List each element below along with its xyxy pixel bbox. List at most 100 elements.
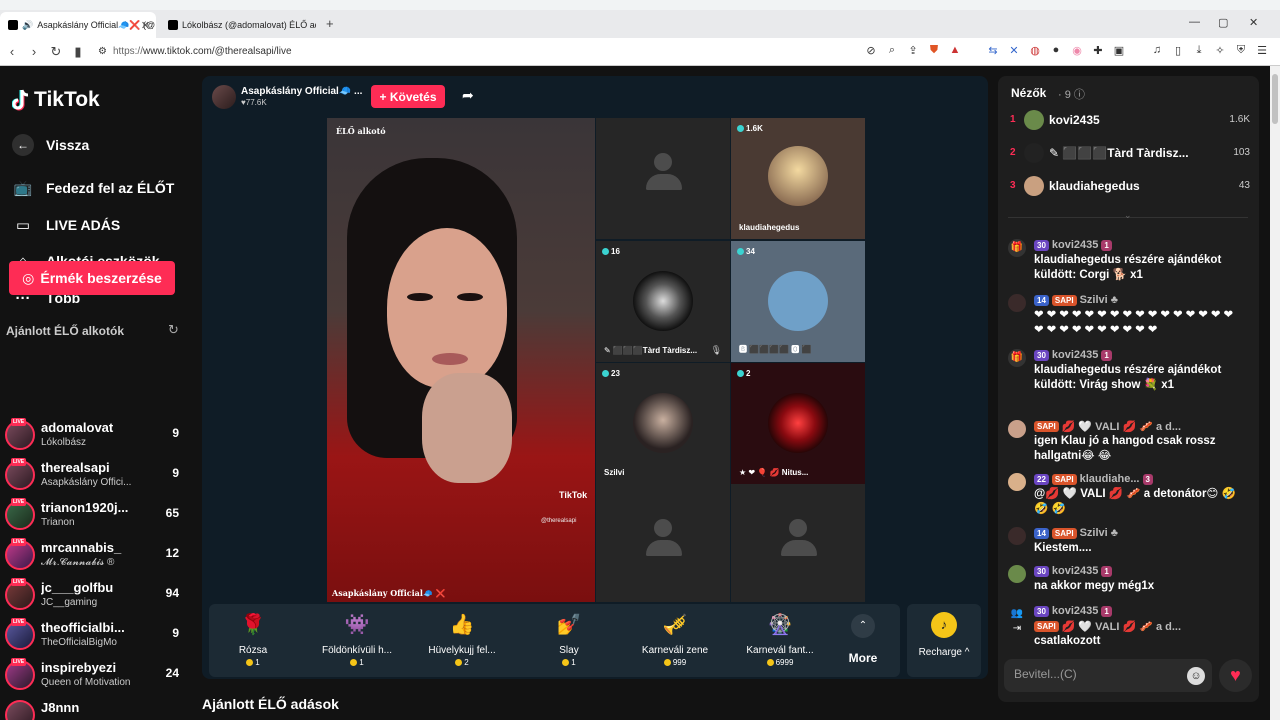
streamer-hand — [422, 373, 512, 483]
host-avatar[interactable] — [212, 85, 236, 109]
page-scrollbar[interactable] — [1270, 66, 1280, 720]
leo-ai-icon[interactable]: ✧ — [1214, 44, 1226, 57]
gift-item[interactable]: 🎺 Karneváli zene 999 — [625, 610, 725, 667]
creator-nickname: 𝓜𝓻.𝓒𝓪𝓷𝓷𝓪𝓫𝓲𝓼 ® — [41, 557, 115, 568]
creator-item[interactable]: LIVE inspirebyezi Queen of Motivation 24 — [5, 658, 185, 694]
live-badge: LIVE — [11, 618, 27, 626]
viewer-row[interactable]: 1 kovi2435 1.6K — [1010, 110, 1250, 132]
message-header: 30 kovi2435 1 — [1034, 349, 1112, 361]
creator-item[interactable]: LIVE therealsapi Asapkáslány Offici... 9 — [5, 458, 185, 494]
recharge-button[interactable]: ♪ Recharge ^ — [907, 604, 981, 677]
creator-item[interactable]: LIVE jc___golfbu JC__gaming 94 — [5, 578, 185, 614]
back-arrow-icon: ← — [12, 134, 34, 156]
reload-icon[interactable]: ↻ — [46, 44, 66, 60]
download-icon[interactable]: ⤓ — [1193, 44, 1205, 57]
zoom-icon[interactable]: ⌕ — [886, 44, 898, 57]
extension-puzzle-icon[interactable]: ✚ — [1092, 44, 1104, 57]
creator-item[interactable]: LIVE mrcannabis_ 𝓜𝓻.𝓒𝓪𝓷𝓷𝓪𝓫𝓲𝓼 ® 12 — [5, 538, 185, 574]
gift-item[interactable]: 👍 Hüvelykujj fel... 2 — [412, 610, 512, 667]
emoji-icon[interactable]: ☺ — [1187, 667, 1205, 685]
browser-tab[interactable]: Lókolbász (@adomalovat) ÉLŐ adásk — [160, 12, 316, 38]
gift-item[interactable]: 💅 Slay 1 — [519, 610, 619, 667]
share-icon[interactable]: ➦ — [462, 87, 474, 104]
tiktok-favicon-icon — [8, 20, 18, 30]
logo-text: TikTok — [34, 88, 100, 111]
brave-shield-icon[interactable]: ⛊ — [928, 44, 940, 57]
guest-tile[interactable]: 23 Szilvi — [596, 363, 730, 484]
nav-explore-live[interactable]: 📺 Fedezd fel az ÉLŐT — [12, 178, 175, 198]
gift-price: 999 — [625, 658, 725, 667]
get-coins-button[interactable]: ◎ Érmék beszerzése — [9, 261, 175, 295]
media-icon[interactable]: ♫ — [1151, 44, 1163, 57]
back-label: Vissza — [46, 137, 90, 153]
extension-lens-icon[interactable]: ◍ — [1029, 44, 1041, 57]
creator-item[interactable]: LIVE trianon1920j... Trianon 65 — [5, 498, 185, 534]
extension-circle-icon[interactable]: ● — [1050, 44, 1062, 57]
tab-strip: 🔊 Asapkáslány Official🧢❌ (@ ✕ Lókolbász … — [0, 10, 1280, 38]
main-video[interactable]: ÉLŐ alkotó TikTok @therealsapi Asapkáslá… — [327, 118, 595, 602]
back-arrow-icon[interactable]: ‹ — [2, 44, 22, 59]
scrollbar-thumb[interactable] — [1272, 74, 1278, 124]
url-field[interactable]: ⚙ https://www.tiktok.com/@therealsapi/li… — [98, 46, 292, 57]
forward-arrow-icon[interactable]: › — [24, 44, 44, 59]
site-info-icon[interactable]: ⚙ — [98, 46, 107, 57]
guest-tile-empty[interactable] — [731, 484, 865, 602]
guest-tile-empty[interactable] — [596, 118, 730, 239]
follow-button[interactable]: + Követés — [371, 85, 445, 108]
back-link[interactable]: ← Vissza — [12, 134, 89, 156]
help-icon: ⓘ — [1073, 89, 1085, 101]
chat-input[interactable] — [1014, 667, 1184, 681]
host-name[interactable]: Asapkáslány Official🧢 ... — [241, 86, 362, 97]
maximize-button[interactable]: ▢ — [1218, 16, 1228, 29]
main-video-caption: Asapkáslány Official🧢 ❌ — [332, 588, 446, 598]
extension-color-icon[interactable]: ◉ — [1071, 44, 1083, 57]
bookmark-icon[interactable]: ▮ — [68, 44, 88, 60]
creator-nickname: Asapkáslány Offici... — [41, 477, 132, 488]
person-placeholder-icon — [646, 153, 682, 193]
reader-mode-icon[interactable]: ⊘ — [865, 44, 877, 57]
nav-go-live[interactable]: ▭ LIVE ADÁS — [12, 215, 120, 235]
speaker-icon[interactable]: 🔊 — [22, 20, 33, 31]
menu-icon[interactable]: ☰ — [1256, 44, 1268, 57]
translate-extension-icon[interactable]: ⇆ — [987, 44, 999, 57]
viewer-row[interactable]: 2 ✎ ⬛⬛⬛Tàrd Tàrdisz... 103 — [1010, 143, 1250, 165]
message-username: 💋 🤍 VALI 💋 🥓 a d... — [1061, 421, 1182, 433]
viewer-row[interactable]: 3 klaudiahegedus 43 — [1010, 176, 1250, 198]
sidebar-toggle-icon[interactable]: ▯ — [1172, 44, 1184, 57]
rose-gift-icon: 🌹 — [240, 614, 266, 636]
guest-tile[interactable]: 2 ★ ❤ 🎈 💋 Nitus... — [731, 363, 865, 484]
fan-club-badge: SAPI — [1034, 621, 1059, 632]
creator-item[interactable]: LIVE theofficialbi... TheOfficialBigMo 9 — [5, 618, 185, 654]
browser-tab-active[interactable]: 🔊 Asapkáslány Official🧢❌ (@ ✕ — [0, 12, 156, 38]
like-heart-icon[interactable]: ♥ — [1219, 659, 1252, 692]
muted-mic-icon: 🎙 — [710, 345, 722, 355]
minimize-button[interactable]: — — [1189, 16, 1200, 28]
new-tab-button[interactable]: + — [326, 16, 334, 31]
refresh-icon[interactable]: ↻ — [168, 322, 179, 338]
guest-tile[interactable]: 16 ✎ ⬛⬛⬛Tàrd Tàrdisz... 🎙 — [596, 241, 730, 362]
gift-item[interactable]: 🎡 Karnevál fant... 6999 — [730, 610, 830, 667]
creator-item[interactable]: LIVE adomalovat Lókolbász 9 — [5, 418, 185, 454]
guest-tile-empty[interactable] — [596, 484, 730, 602]
fan-badge: 3 — [1142, 473, 1153, 485]
share-page-icon[interactable]: ⇪ — [907, 44, 919, 57]
close-window-button[interactable]: ✕ — [1249, 16, 1258, 29]
gift-item[interactable]: 🌹 Rózsa 1 — [203, 610, 303, 667]
tab-close-icon[interactable]: ✕ — [141, 19, 150, 32]
gift-price: 6999 — [730, 658, 830, 667]
extension-window-icon[interactable]: ▣ — [1113, 44, 1125, 57]
vpn-icon[interactable]: ⛨ — [1235, 44, 1247, 57]
brave-rewards-icon[interactable]: ▲ — [949, 44, 961, 57]
gift-price: 2 — [412, 658, 512, 667]
streamer-lips — [432, 353, 468, 365]
expand-viewers-icon[interactable]: ⌄ — [1124, 210, 1132, 221]
gift-item[interactable]: 👾 Földönkívüli h... 1 — [307, 610, 407, 667]
creator-name: jc___golfbu — [41, 580, 114, 595]
guest-name: klaudiahegedus — [739, 223, 800, 232]
guest-tile[interactable]: 34 🅱 ⬛⬛⬛⬛ 🅾 ⬛ — [731, 241, 865, 362]
creator-item[interactable]: J8nnn — [5, 698, 185, 720]
extension-x-icon[interactable]: ✕ — [1008, 44, 1020, 57]
more-gifts-button[interactable]: ⌃ More — [843, 614, 883, 665]
guest-tile[interactable]: 1.6K klaudiahegedus — [731, 118, 865, 239]
tiktok-logo[interactable]: TikTok — [12, 88, 100, 112]
